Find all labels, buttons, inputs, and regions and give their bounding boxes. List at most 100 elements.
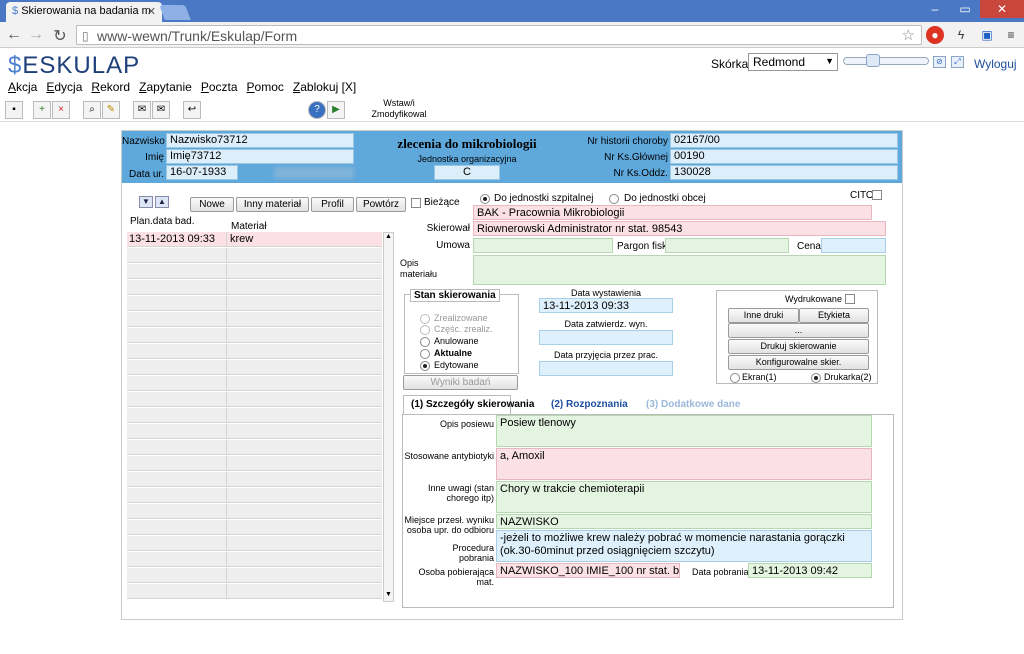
ward-book-field[interactable]: 130028 <box>670 165 898 180</box>
table-row[interactable] <box>127 440 382 455</box>
surname-field[interactable]: Nazwisko73712 <box>166 133 354 148</box>
screen-radio[interactable] <box>730 373 740 383</box>
reset-icon[interactable]: ⊘ <box>933 56 946 68</box>
price-field[interactable] <box>821 238 886 253</box>
table-row[interactable] <box>127 568 382 583</box>
table-row[interactable] <box>127 584 382 599</box>
adblock-icon[interactable]: ● <box>926 26 944 44</box>
table-row[interactable] <box>127 376 382 391</box>
label-button[interactable]: Etykieta <box>799 308 869 323</box>
grid-scrollbar[interactable]: ▲ ▼ <box>383 232 394 602</box>
external-unit-radio[interactable] <box>609 194 619 204</box>
notes-field[interactable]: Chory w trakcie chemioterapii <box>496 481 872 513</box>
close-window-icon[interactable]: ✕ <box>980 0 1024 18</box>
add-row-icon[interactable]: + <box>33 101 51 119</box>
other-material-button[interactable]: Inny materiał <box>236 197 309 212</box>
collector-field[interactable]: NAZWISKO_100 IMIE_100 nr stat. brak <box>496 563 680 578</box>
culture-field[interactable]: Posiew tlenowy <box>496 415 872 447</box>
table-row[interactable] <box>127 248 382 263</box>
table-row[interactable] <box>127 280 382 295</box>
received-field[interactable] <box>539 361 673 376</box>
edit-query-icon[interactable]: ✎ <box>102 101 120 119</box>
current-checkbox[interactable] <box>411 198 421 208</box>
contract-field[interactable] <box>473 238 613 253</box>
move-up-icon[interactable]: ▲ <box>155 196 169 208</box>
collect-date-field[interactable]: 13-11-2013 09:42 <box>748 563 872 578</box>
mail-receive-icon[interactable]: ✉ <box>133 101 151 119</box>
new-tab-button[interactable] <box>159 5 191 20</box>
status-cancelled-radio[interactable] <box>420 337 430 347</box>
status-realized-radio[interactable] <box>420 314 430 324</box>
antibiotics-field[interactable]: a, Amoxil <box>496 448 872 480</box>
history-field[interactable]: 02167/00 <box>670 133 898 148</box>
scroll-down-icon[interactable]: ▼ <box>384 591 393 601</box>
maximize-icon[interactable]: ▭ <box>950 0 980 18</box>
printed-checkbox[interactable] <box>845 294 855 304</box>
table-row[interactable] <box>127 456 382 471</box>
printer-radio[interactable] <box>811 373 821 383</box>
place-field[interactable]: NAZWISKO <box>496 514 872 529</box>
main-book-field[interactable]: 00190 <box>670 149 898 164</box>
menu-edycja[interactable]: Edycja <box>46 80 82 94</box>
table-row[interactable] <box>127 264 382 279</box>
tab-additional[interactable]: (3) Dodatkowe dane <box>646 399 740 410</box>
repeat-button[interactable]: Powtórz <box>356 197 406 212</box>
table-row[interactable] <box>127 296 382 311</box>
table-row[interactable] <box>127 360 382 375</box>
help-icon[interactable]: ? <box>308 101 326 119</box>
status-current-radio[interactable] <box>420 349 430 359</box>
fullscreen-icon[interactable]: ⤢ <box>951 56 964 68</box>
search-icon[interactable]: ⌕ <box>83 101 101 119</box>
delete-row-icon[interactable]: × <box>52 101 70 119</box>
table-row[interactable]: 13-11-2013 09:33 krew <box>127 232 382 247</box>
scroll-up-icon[interactable]: ▲ <box>384 233 393 243</box>
table-row[interactable] <box>127 424 382 439</box>
other-prints-button[interactable]: Inne druki <box>728 308 799 323</box>
menu-pomoc[interactable]: Pomoc <box>247 80 284 94</box>
procedure-field[interactable]: -jeżeli to możliwe krew należy pobrać w … <box>496 530 872 562</box>
table-row[interactable] <box>127 520 382 535</box>
status-edited-radio[interactable] <box>420 361 430 371</box>
flash-icon[interactable]: ϟ <box>952 26 970 44</box>
menu-rekord[interactable]: Rekord <box>91 80 130 94</box>
table-row[interactable] <box>127 408 382 423</box>
zoom-slider-knob[interactable] <box>866 54 880 67</box>
minimize-icon[interactable]: – <box>920 0 950 18</box>
reload-icon[interactable]: ↻ <box>50 26 70 46</box>
table-row[interactable] <box>127 536 382 551</box>
internal-unit-radio[interactable] <box>480 194 490 204</box>
tab-diagnoses[interactable]: (2) Rozpoznania <box>551 399 628 410</box>
bookmark-star-icon[interactable]: ☆ <box>902 26 915 44</box>
menu-icon[interactable]: ≡ <box>1002 26 1020 44</box>
table-row[interactable] <box>127 504 382 519</box>
dob-field[interactable]: 16-07-1933 <box>166 165 238 180</box>
table-row[interactable] <box>127 312 382 327</box>
menu-zablokuj[interactable]: Zablokuj [X] <box>293 80 356 94</box>
dots-button[interactable]: ... <box>728 323 869 338</box>
back-icon[interactable]: ← <box>4 26 24 44</box>
exit-icon[interactable]: ▶ <box>327 101 345 119</box>
name-field[interactable]: Imię73712 <box>166 149 354 164</box>
issued-field[interactable]: 13-11-2013 09:33 <box>539 298 673 313</box>
profile-button[interactable]: Profil <box>311 197 354 212</box>
menu-akcja[interactable]: Akcja <box>8 80 37 94</box>
results-button[interactable]: Wyniki badań <box>403 375 518 390</box>
table-row[interactable] <box>127 328 382 343</box>
skin-select[interactable]: Redmond ▼ <box>748 53 838 71</box>
menu-zapytanie[interactable]: Zapytanie <box>139 80 192 94</box>
cito-checkbox[interactable] <box>872 190 882 200</box>
configure-button[interactable]: Konfigurowalne skier. <box>728 355 869 370</box>
browser-tab[interactable]: $ Skierowania na badania m ✕ <box>6 2 162 22</box>
tab-close-icon[interactable]: ✕ <box>147 5 156 18</box>
forward-icon[interactable]: → <box>26 26 46 44</box>
status-partial-radio[interactable] <box>420 325 430 335</box>
material-desc-field[interactable] <box>473 255 886 285</box>
table-row[interactable] <box>127 552 382 567</box>
table-row[interactable] <box>127 488 382 503</box>
save-icon[interactable]: ▪ <box>5 101 23 119</box>
table-row[interactable] <box>127 344 382 359</box>
move-down-icon[interactable]: ▼ <box>139 196 153 208</box>
extension-icon[interactable]: ▣ <box>978 26 996 44</box>
logout-link[interactable]: Wyloguj <box>974 57 1017 71</box>
unit-field[interactable]: C <box>434 165 500 180</box>
